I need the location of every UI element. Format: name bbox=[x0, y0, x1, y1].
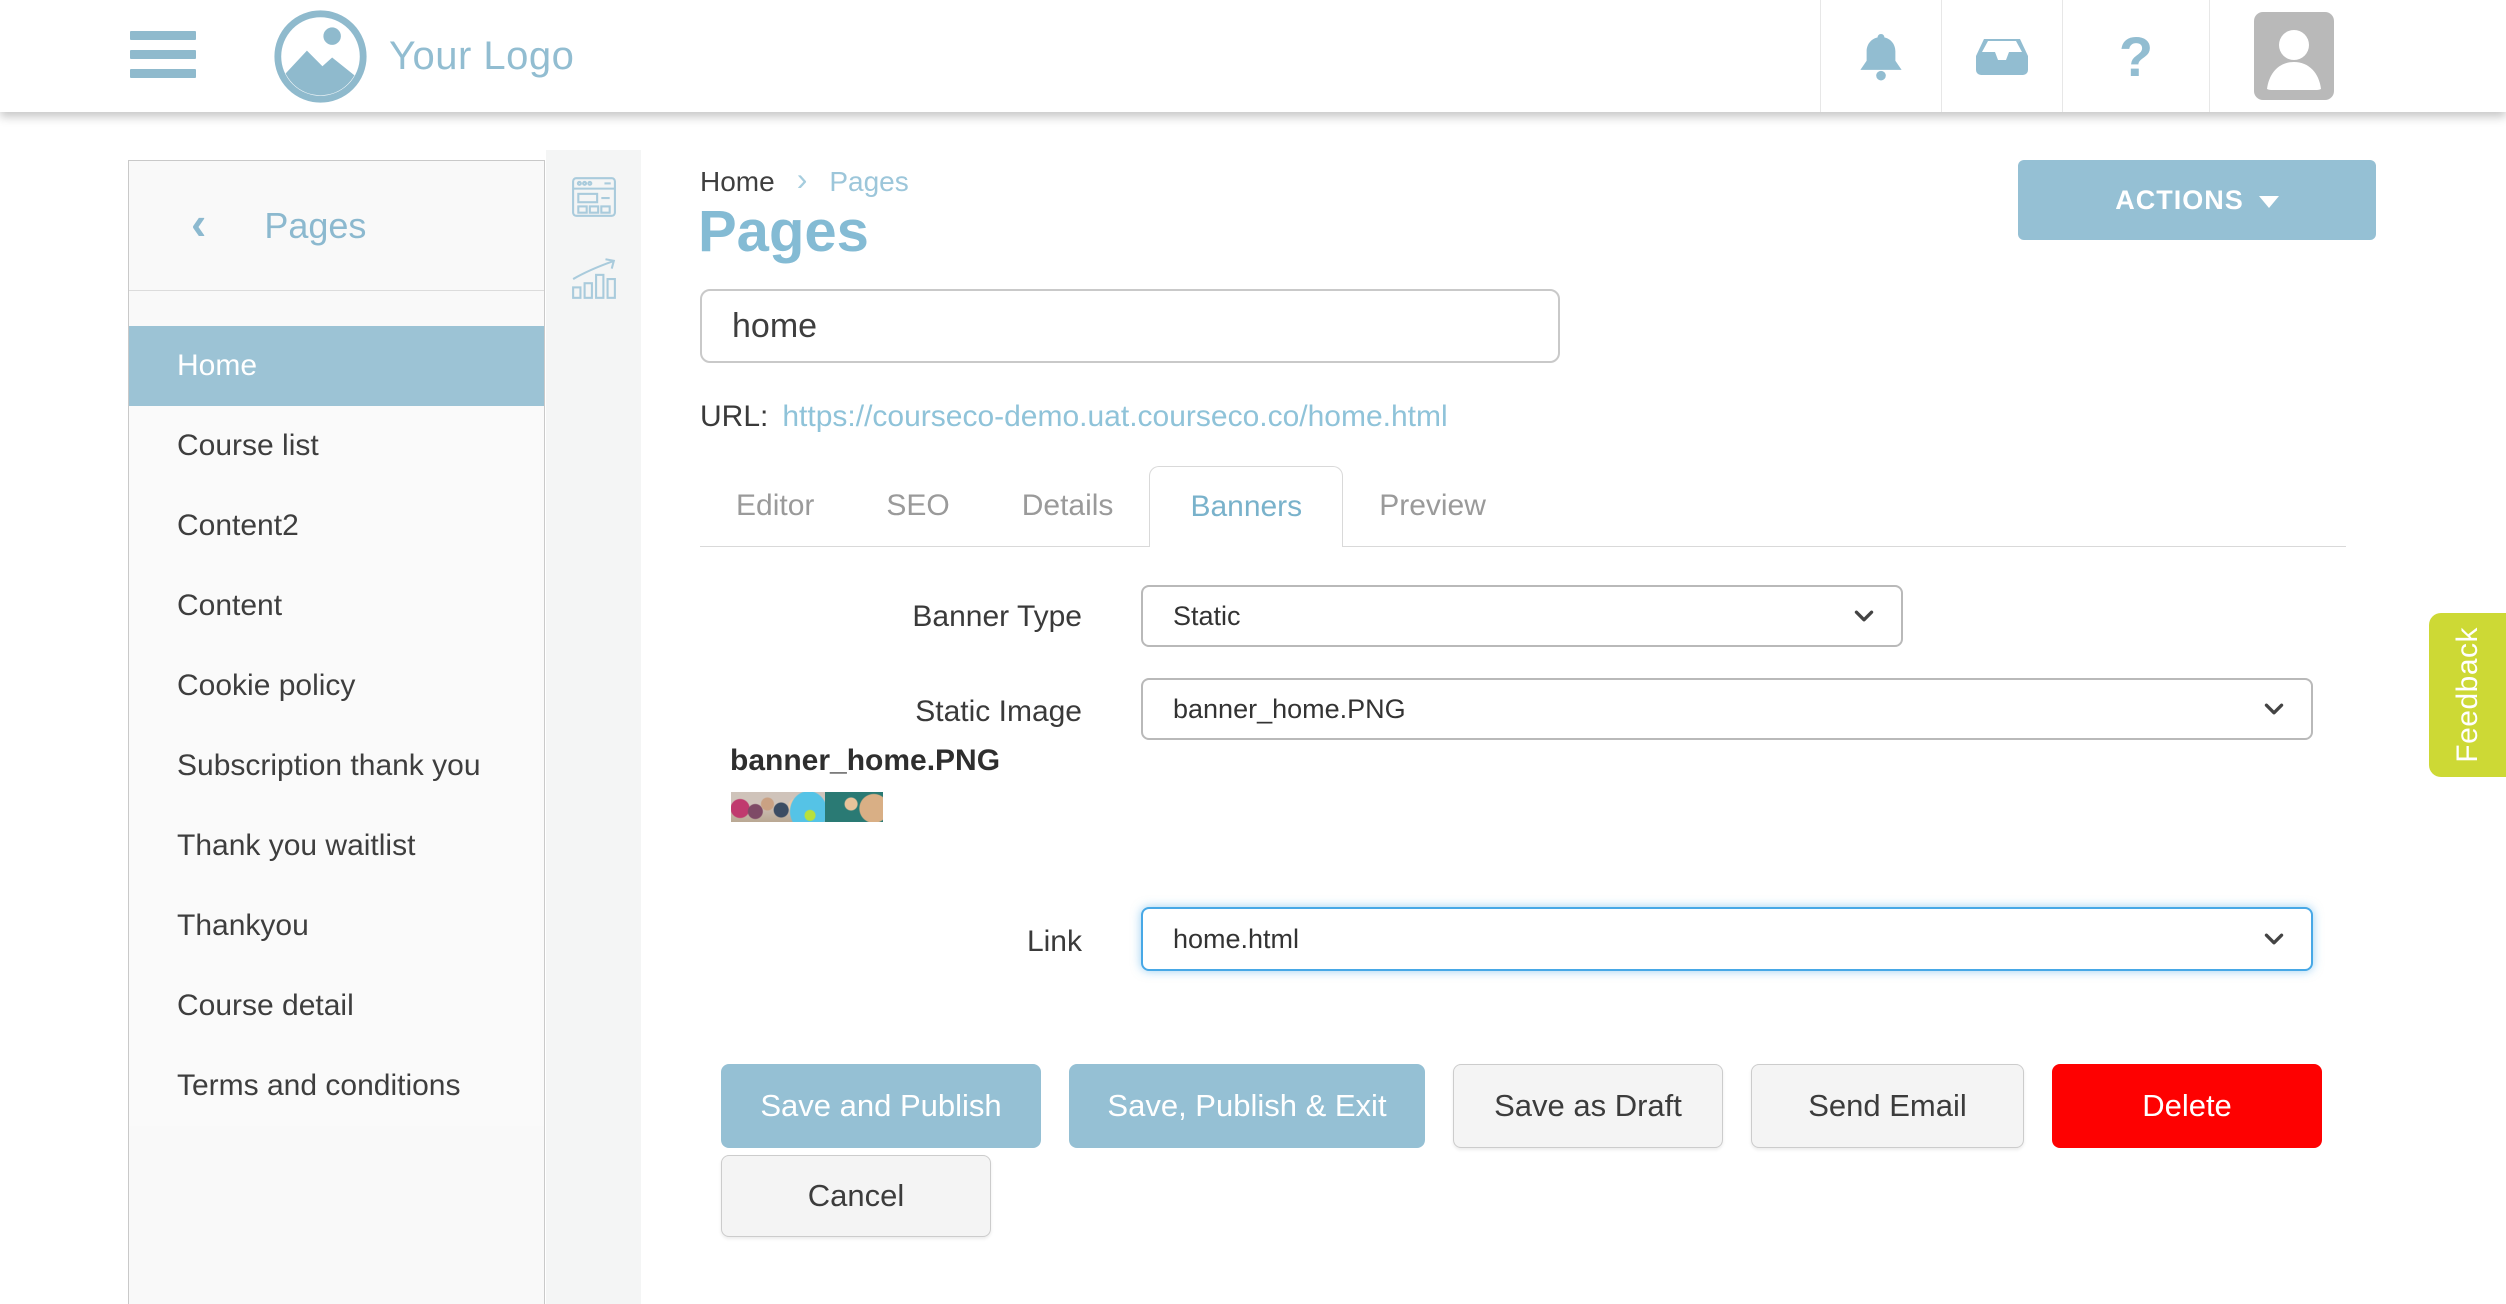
sidebar-item-thankyou[interactable]: Thankyou bbox=[129, 886, 544, 966]
tab-bar: Editor SEO Details Banners Preview bbox=[700, 466, 2346, 547]
header-actions: ? bbox=[1820, 0, 2506, 112]
url-label: URL: bbox=[700, 400, 768, 434]
sidebar-item-content2[interactable]: Content2 bbox=[129, 486, 544, 566]
sidebar-item-subscription-thank-you[interactable]: Subscription thank you bbox=[129, 726, 544, 806]
page-url-link[interactable]: https://courseco-demo.uat.courseco.co/ho… bbox=[782, 400, 1447, 434]
banner-type-value: Static bbox=[1173, 601, 1241, 632]
user-avatar-button[interactable] bbox=[2209, 0, 2506, 112]
tool-strip bbox=[546, 150, 641, 1304]
tab-preview[interactable]: Preview bbox=[1343, 466, 1522, 546]
page-root: Your Logo ? bbox=[0, 0, 2506, 1304]
chevron-right-icon: › bbox=[797, 163, 808, 195]
send-email-button[interactable]: Send Email bbox=[1751, 1064, 2024, 1148]
notifications-button[interactable] bbox=[1820, 0, 1941, 112]
avatar bbox=[2254, 12, 2334, 100]
static-image-select[interactable]: banner_home.PNG bbox=[1141, 678, 2313, 740]
banner-type-label: Banner Type bbox=[700, 600, 1082, 634]
sidebar-item-thank-you-waitlist[interactable]: Thank you waitlist bbox=[129, 806, 544, 886]
chevron-down-icon bbox=[2261, 926, 2287, 952]
menu-button[interactable] bbox=[130, 31, 196, 88]
back-chevron-icon: ‹ bbox=[191, 200, 206, 246]
sidebar-item-terms-and-conditions[interactable]: Terms and conditions bbox=[129, 1046, 544, 1126]
actions-button-label: ACTIONS bbox=[2115, 185, 2244, 216]
tab-editor[interactable]: Editor bbox=[700, 466, 850, 546]
sidebar-item-home[interactable]: Home bbox=[129, 326, 544, 406]
chevron-down-icon bbox=[1851, 603, 1877, 629]
banner-type-select[interactable]: Static bbox=[1141, 585, 1903, 647]
page-name-input[interactable] bbox=[700, 289, 1560, 363]
browser-window-icon bbox=[571, 176, 617, 218]
static-image-value: banner_home.PNG bbox=[1173, 694, 1406, 725]
link-label: Link bbox=[700, 925, 1082, 959]
actions-button[interactable]: ACTIONS bbox=[2018, 160, 2376, 240]
help-button[interactable]: ? bbox=[2062, 0, 2209, 112]
save-publish-exit-button[interactable]: Save, Publish & Exit bbox=[1069, 1064, 1425, 1148]
chevron-down-icon bbox=[2261, 696, 2287, 722]
logo-image-icon bbox=[272, 8, 369, 105]
save-and-publish-button[interactable]: Save and Publish bbox=[721, 1064, 1041, 1148]
bell-icon bbox=[1858, 30, 1904, 82]
inbox-button[interactable] bbox=[1941, 0, 2062, 112]
form-buttons: Save and Publish Save, Publish & Exit Sa… bbox=[721, 1064, 2322, 1148]
logo-text: Your Logo bbox=[389, 34, 574, 79]
breadcrumb: Home › Pages bbox=[700, 166, 909, 198]
help-icon: ? bbox=[2119, 24, 2153, 89]
url-row: URL: https://courseco-demo.uat.courseco.… bbox=[700, 400, 1448, 434]
tab-seo[interactable]: SEO bbox=[850, 466, 985, 546]
sidebar-item-course-list[interactable]: Course list bbox=[129, 406, 544, 486]
sidebar: ‹ Pages Home Course list Content2 Conten… bbox=[128, 160, 545, 1304]
save-as-draft-button[interactable]: Save as Draft bbox=[1453, 1064, 1723, 1148]
sidebar-title: Pages bbox=[264, 205, 366, 247]
sidebar-item-content[interactable]: Content bbox=[129, 566, 544, 646]
breadcrumb-home[interactable]: Home bbox=[700, 166, 775, 198]
tab-details[interactable]: Details bbox=[986, 466, 1150, 546]
banner-thumbnail bbox=[731, 792, 883, 822]
logo[interactable]: Your Logo bbox=[272, 8, 574, 104]
sidebar-item-course-detail[interactable]: Course detail bbox=[129, 966, 544, 1046]
page-title: Pages bbox=[698, 198, 869, 265]
static-image-label: Static Image bbox=[700, 695, 1082, 729]
tab-banners[interactable]: Banners bbox=[1149, 466, 1343, 547]
breadcrumb-pages[interactable]: Pages bbox=[829, 166, 908, 198]
feedback-tab[interactable]: Feedback bbox=[2429, 613, 2506, 777]
link-value: home.html bbox=[1173, 924, 1299, 955]
sidebar-page-list: Home Course list Content2 Content Cookie… bbox=[129, 326, 544, 1126]
delete-button[interactable]: Delete bbox=[2052, 1064, 2322, 1148]
caret-down-icon bbox=[2259, 196, 2279, 208]
feedback-tab-label: Feedback bbox=[2451, 627, 2485, 763]
link-select[interactable]: home.html bbox=[1141, 907, 2313, 971]
cancel-button[interactable]: Cancel bbox=[721, 1155, 991, 1237]
banner-filename: banner_home.PNG bbox=[730, 744, 1000, 778]
app-header: Your Logo ? bbox=[0, 0, 2506, 112]
bar-chart-icon bbox=[570, 256, 618, 300]
sidebar-back-header[interactable]: ‹ Pages bbox=[129, 161, 544, 291]
inbox-icon bbox=[1976, 36, 2028, 76]
stats-tool-button[interactable] bbox=[570, 256, 618, 300]
pages-tool-button[interactable] bbox=[571, 176, 617, 218]
sidebar-item-cookie-policy[interactable]: Cookie policy bbox=[129, 646, 544, 726]
